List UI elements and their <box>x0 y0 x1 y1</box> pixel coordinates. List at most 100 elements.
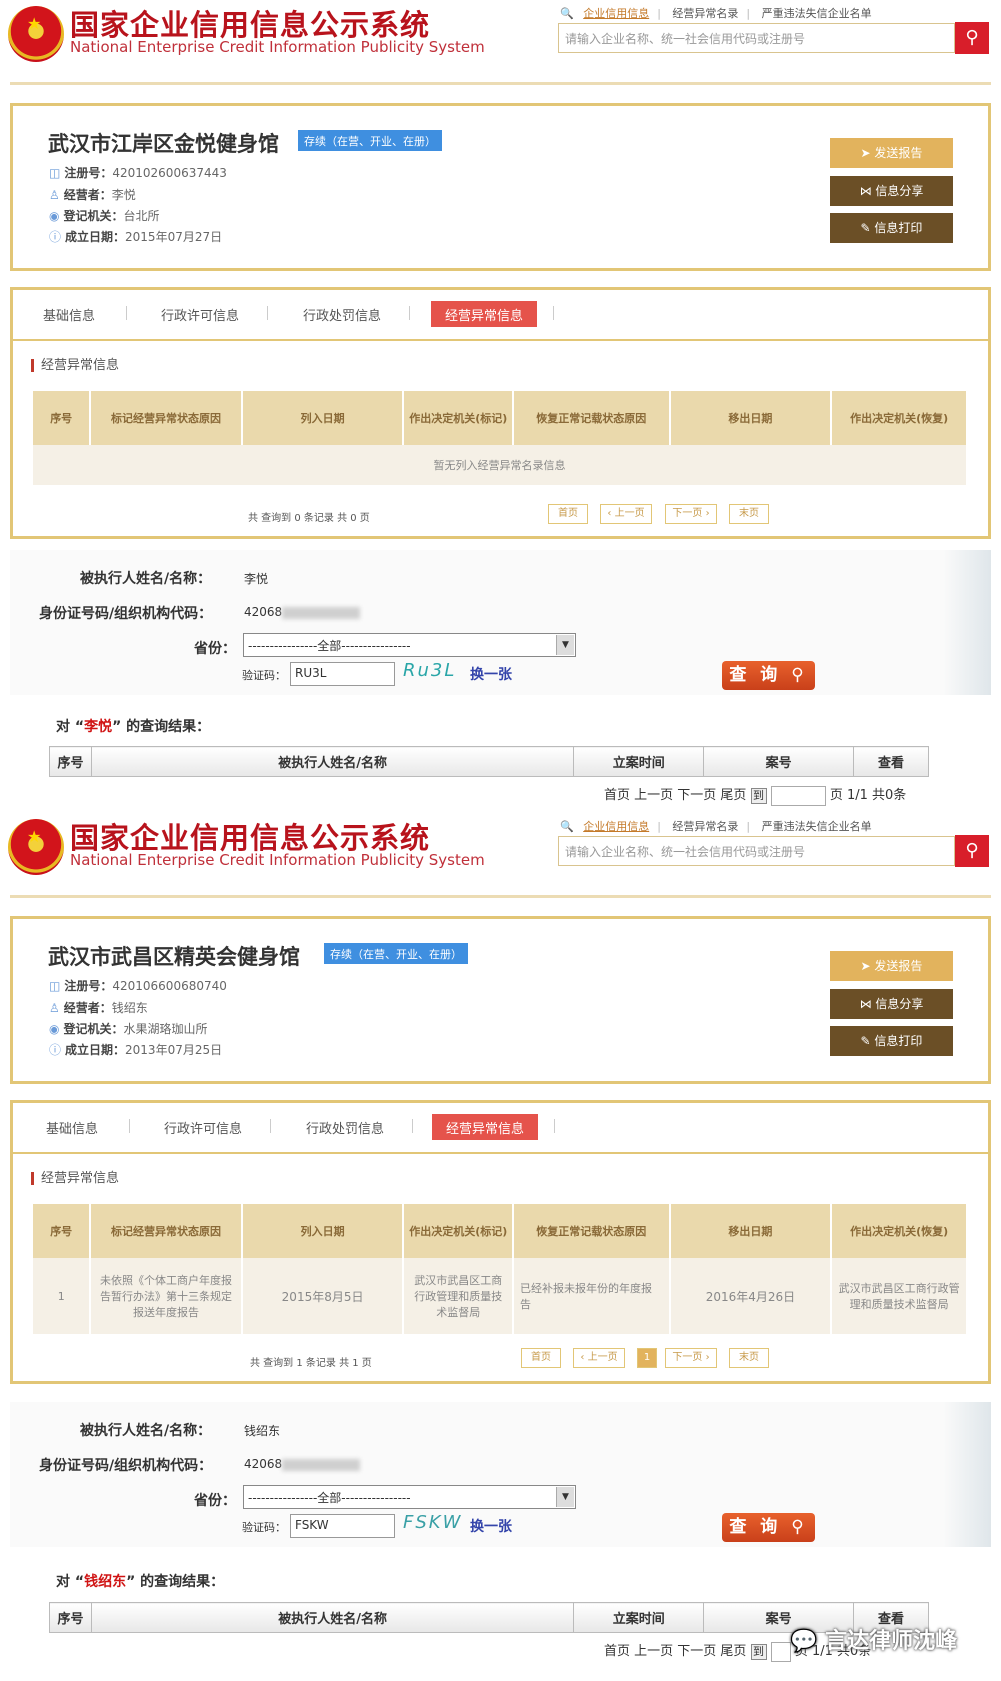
col-date-out: 移出日期 <box>669 1204 833 1258</box>
abnormal-table: 序号 标记经营异常状态原因 列入日期 作出决定机关(标记) 恢复正常记载状态原因… <box>33 391 968 485</box>
go-button[interactable]: 到 <box>750 1643 767 1660</box>
cell-no: 1 <box>33 1258 92 1334</box>
top-links: 🔍 企业信用信息 | 经营异常名录 | 严重违法失信企业名单 <box>560 818 872 834</box>
page-input[interactable] <box>770 1641 791 1662</box>
col-authority-out: 作出决定机关(恢复) <box>831 1204 968 1258</box>
send-report-button[interactable]: ➤ 发送报告 <box>830 951 953 981</box>
link-blacklist[interactable]: 严重违法失信企业名单 <box>762 5 872 21</box>
col-date-in: 列入日期 <box>241 391 405 445</box>
col-date-out: 移出日期 <box>669 391 833 445</box>
share-button[interactable]: ⋈ 信息分享 <box>830 989 953 1019</box>
col-restore-reason: 恢复正常记载状态原因 <box>513 1204 671 1258</box>
query-button[interactable]: 查 询 ⚲ <box>722 1513 815 1542</box>
name-value[interactable]: 李悦 <box>244 570 268 587</box>
rcol-filing-date: 立案时间 <box>573 746 705 777</box>
link-abnormal-list[interactable]: 经营异常名录 <box>672 5 738 21</box>
search-icon: ⚲ <box>965 840 979 861</box>
pager-current[interactable]: 1 <box>637 1348 657 1368</box>
link-blacklist[interactable]: 严重违法失信企业名单 <box>762 818 872 834</box>
link-abnormal-list[interactable]: 经营异常名录 <box>672 818 738 834</box>
site-header-1: 国家企业信用信息公示系统 National Enterprise Credit … <box>0 0 1001 90</box>
link-enterprise-credit[interactable]: 企业信用信息 <box>583 5 649 21</box>
pager-next[interactable]: 下一页 › <box>665 1348 717 1368</box>
query-button[interactable]: 查 询 ⚲ <box>722 661 815 690</box>
share-button[interactable]: ⋈ 信息分享 <box>830 176 953 206</box>
pager-next[interactable]: 下一页 › <box>665 504 717 524</box>
tab-license-info[interactable]: 行政许可信息 <box>161 305 239 324</box>
col-no: 序号 <box>33 1204 92 1258</box>
link-enterprise-credit[interactable]: 企业信用信息 <box>583 818 649 834</box>
print-button[interactable]: ✎ 信息打印 <box>830 213 953 243</box>
divider <box>10 82 991 85</box>
col-authority-out: 作出决定机关(恢复) <box>831 391 968 445</box>
search-input[interactable]: 请输入企业名称、统一社会信用代码或注册号 <box>558 23 955 53</box>
book-icon: ◫ <box>49 979 61 993</box>
paper-plane-icon: ➤ <box>860 146 875 160</box>
tab-penalty-info[interactable]: 行政处罚信息 <box>306 1118 384 1137</box>
id-label: 身份证号码/组织机构代码： <box>39 1458 213 1474</box>
result-pager-1: 首页 上一页 下一页 尾页 到 页 1/1 共0条 <box>604 784 906 806</box>
captcha-label: 验证码： <box>242 669 286 682</box>
pager-last[interactable]: 末页 <box>729 504 769 524</box>
empty-row: 暂无列入经营异常名录信息 <box>33 445 968 485</box>
tab-penalty-info[interactable]: 行政处罚信息 <box>303 305 381 324</box>
search-button[interactable]: ⚲ <box>955 22 989 54</box>
company-card-2: 武汉市武昌区精英会健身馆 存续（在营、开业、在册） ◫ 注册号：420106600… <box>10 916 991 1084</box>
tab-abnormal-info[interactable]: 经营异常信息 <box>432 1114 539 1140</box>
result-pager-nav[interactable]: 首页 上一页 下一页 尾页 <box>604 788 746 803</box>
rcol-name: 被执行人姓名/名称 <box>90 746 575 777</box>
section-title: 经营异常信息 <box>31 359 119 372</box>
result-title: 对 “钱绍东” 的查询结果： <box>56 1574 225 1590</box>
pager-prev[interactable]: ‹ 上一页 <box>600 504 652 524</box>
pager-prev[interactable]: ‹ 上一页 <box>573 1348 625 1368</box>
query-form-1: 被执行人姓名/名称： 李悦 身份证号码/组织机构代码： 42068 省份： --… <box>10 550 991 695</box>
refresh-captcha-link[interactable]: 换一张 <box>470 664 512 684</box>
pencil-icon: ✎ <box>860 1034 875 1048</box>
province-select[interactable]: ----------------全部---------------- ▼ <box>243 633 576 657</box>
captcha-input[interactable]: FSKW <box>290 1514 395 1538</box>
captcha-input[interactable]: RU3L <box>290 662 395 686</box>
pager-last[interactable]: 末页 <box>729 1348 769 1368</box>
pager-total: 共 查询到 0 条记录 共 0 页 <box>248 513 370 524</box>
reg-no-row: ◫ 注册号：420102600637443 <box>49 166 227 180</box>
search-input[interactable]: 请输入企业名称、统一社会信用代码或注册号 <box>558 836 955 866</box>
status-badge: 存续（在营、开业、在册） <box>324 943 468 964</box>
id-value[interactable]: 42068 <box>244 1457 361 1471</box>
name-value[interactable]: 钱绍东 <box>244 1422 280 1439</box>
divider <box>10 895 991 898</box>
search-button[interactable]: ⚲ <box>955 835 989 867</box>
pager-first[interactable]: 首页 <box>521 1348 561 1368</box>
go-button[interactable]: 到 <box>750 787 767 804</box>
tab-basic-info[interactable]: 基础信息 <box>43 305 95 324</box>
reg-no-row: ◫ 注册号：420106600680740 <box>49 979 227 993</box>
abnormal-section-2: 经营异常信息 序号 标记经营异常状态原因 列入日期 作出决定机关(标记) 恢复正… <box>10 1152 991 1384</box>
established-row: ⓘ 成立日期：2013年07月25日 <box>49 1043 223 1057</box>
book-icon: ◫ <box>49 166 61 180</box>
result-pager-nav[interactable]: 首页 上一页 下一页 尾页 <box>604 1644 746 1659</box>
section-title: 经营异常信息 <box>31 1172 119 1185</box>
location-icon: ◉ <box>49 209 60 223</box>
send-report-button[interactable]: ➤ 发送报告 <box>830 138 953 168</box>
tab-license-info[interactable]: 行政许可信息 <box>164 1118 242 1137</box>
top-links: 🔍 企业信用信息 | 经营异常名录 | 严重违法失信企业名单 <box>560 5 872 21</box>
page-input[interactable] <box>770 785 826 806</box>
cell-authority-in: 武汉市武昌区工商行政管理和质量技术监督局 <box>403 1258 515 1334</box>
chevron-down-icon: ▼ <box>556 635 574 655</box>
pager-first[interactable]: 首页 <box>548 504 588 524</box>
tab-bar-1: 基础信息 行政许可信息 行政处罚信息 经营异常信息 <box>10 287 991 339</box>
name-label: 被执行人姓名/名称： <box>80 571 212 587</box>
print-button[interactable]: ✎ 信息打印 <box>830 1026 953 1056</box>
tab-basic-info[interactable]: 基础信息 <box>46 1118 98 1137</box>
national-emblem-icon <box>8 6 64 62</box>
province-select[interactable]: ----------------全部---------------- ▼ <box>243 1485 576 1509</box>
cell-date-in: 2015年8月5日 <box>241 1258 405 1334</box>
id-value[interactable]: 42068 <box>244 605 361 619</box>
captcha-image: FSKW <box>403 1512 463 1533</box>
rcol-case-no: 案号 <box>703 746 855 777</box>
tab-abnormal-info[interactable]: 经营异常信息 <box>431 301 538 327</box>
name-label: 被执行人姓名/名称： <box>80 1423 212 1439</box>
cell-reason: 未依照《个体工商户年度报告暂行办法》第十三条规定报送年度报告 <box>90 1258 243 1334</box>
table-row: 1 未依照《个体工商户年度报告暂行办法》第十三条规定报送年度报告 2015年8月… <box>33 1258 968 1334</box>
refresh-captcha-link[interactable]: 换一张 <box>470 1516 512 1536</box>
company-card-1: 武汉市江岸区金悦健身馆 存续（在营、开业、在册） ◫ 注册号：4201026006… <box>10 103 991 271</box>
